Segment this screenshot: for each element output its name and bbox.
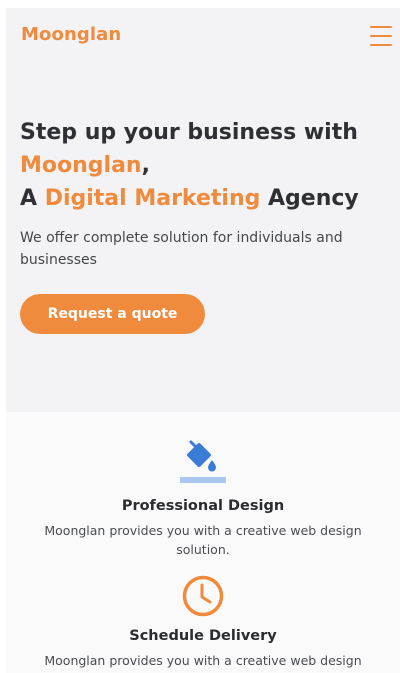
hero-description: We offer complete solution for individua…	[20, 230, 343, 268]
menu-bar	[370, 44, 392, 46]
site-header: Moonglan	[6, 8, 400, 60]
headline-digital-marketing-accent: Digital Marketing	[44, 186, 261, 211]
hero-headline: Step up your business with Moonglan, A D…	[20, 116, 390, 215]
feature-title: Professional Design	[121, 498, 285, 514]
headline-comma: ,	[141, 153, 150, 178]
clock-icon	[182, 575, 224, 617]
feature-item: Schedule Delivery Moonglan provides you …	[6, 574, 400, 670]
features-section: Professional Design Moonglan provides yo…	[6, 412, 400, 673]
headline-line3-prefix: A	[20, 186, 45, 211]
menu-bar	[370, 26, 392, 28]
page: Moonglan Step up your business with Moon…	[6, 8, 400, 673]
brand-logo[interactable]: Moonglan	[21, 24, 121, 45]
headline-line3-suffix: Agency	[260, 186, 359, 211]
feature-description: Moonglan provides you with a creative we…	[44, 653, 362, 668]
menu-bar	[370, 35, 392, 37]
hamburger-menu-icon[interactable]	[370, 26, 392, 46]
hero-section: Moonglan Step up your business with Moon…	[6, 8, 400, 412]
paint-bucket-icon	[180, 440, 226, 483]
request-quote-button[interactable]: Request a quote	[20, 294, 205, 334]
headline-line1: Step up your business with	[20, 120, 358, 145]
feature-title: Schedule Delivery	[129, 628, 277, 644]
headline-brand-accent: Moonglan	[20, 153, 142, 178]
feature-description: Moonglan provides you with a creative we…	[44, 523, 362, 557]
feature-item: Professional Design Moonglan provides yo…	[6, 438, 400, 559]
